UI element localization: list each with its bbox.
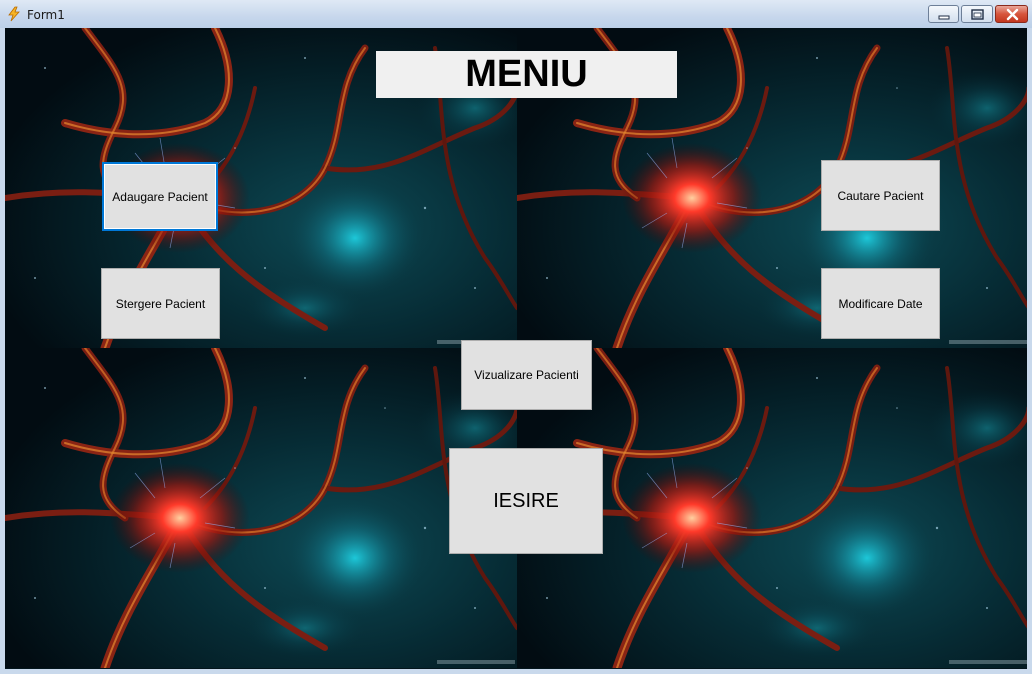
minimize-button[interactable] <box>928 5 959 23</box>
form-client-area: MENIU Adaugare Pacient Stergere Pacient … <box>5 28 1027 669</box>
maximize-button[interactable] <box>961 5 993 23</box>
add-patient-button[interactable]: Adaugare Pacient <box>102 162 218 231</box>
close-button[interactable] <box>995 5 1028 23</box>
menu-heading: MENIU <box>376 51 677 98</box>
modify-data-button[interactable]: Modificare Date <box>821 268 940 339</box>
view-patients-button[interactable]: Vizualizare Pacienti <box>461 340 592 410</box>
minimize-icon <box>938 15 950 20</box>
window-titlebar[interactable]: Form1 <box>0 0 1032 28</box>
window-title: Form1 <box>27 8 65 22</box>
maximize-icon <box>971 9 984 20</box>
exit-button[interactable]: IESIRE <box>449 448 603 554</box>
delete-patient-button[interactable]: Stergere Pacient <box>101 268 220 339</box>
app-lightning-icon <box>6 6 22 22</box>
background-neuron-image <box>5 348 517 668</box>
window-bottom-border <box>0 669 1032 674</box>
search-patient-button[interactable]: Cautare Pacient <box>821 160 940 231</box>
close-icon <box>1006 8 1019 21</box>
